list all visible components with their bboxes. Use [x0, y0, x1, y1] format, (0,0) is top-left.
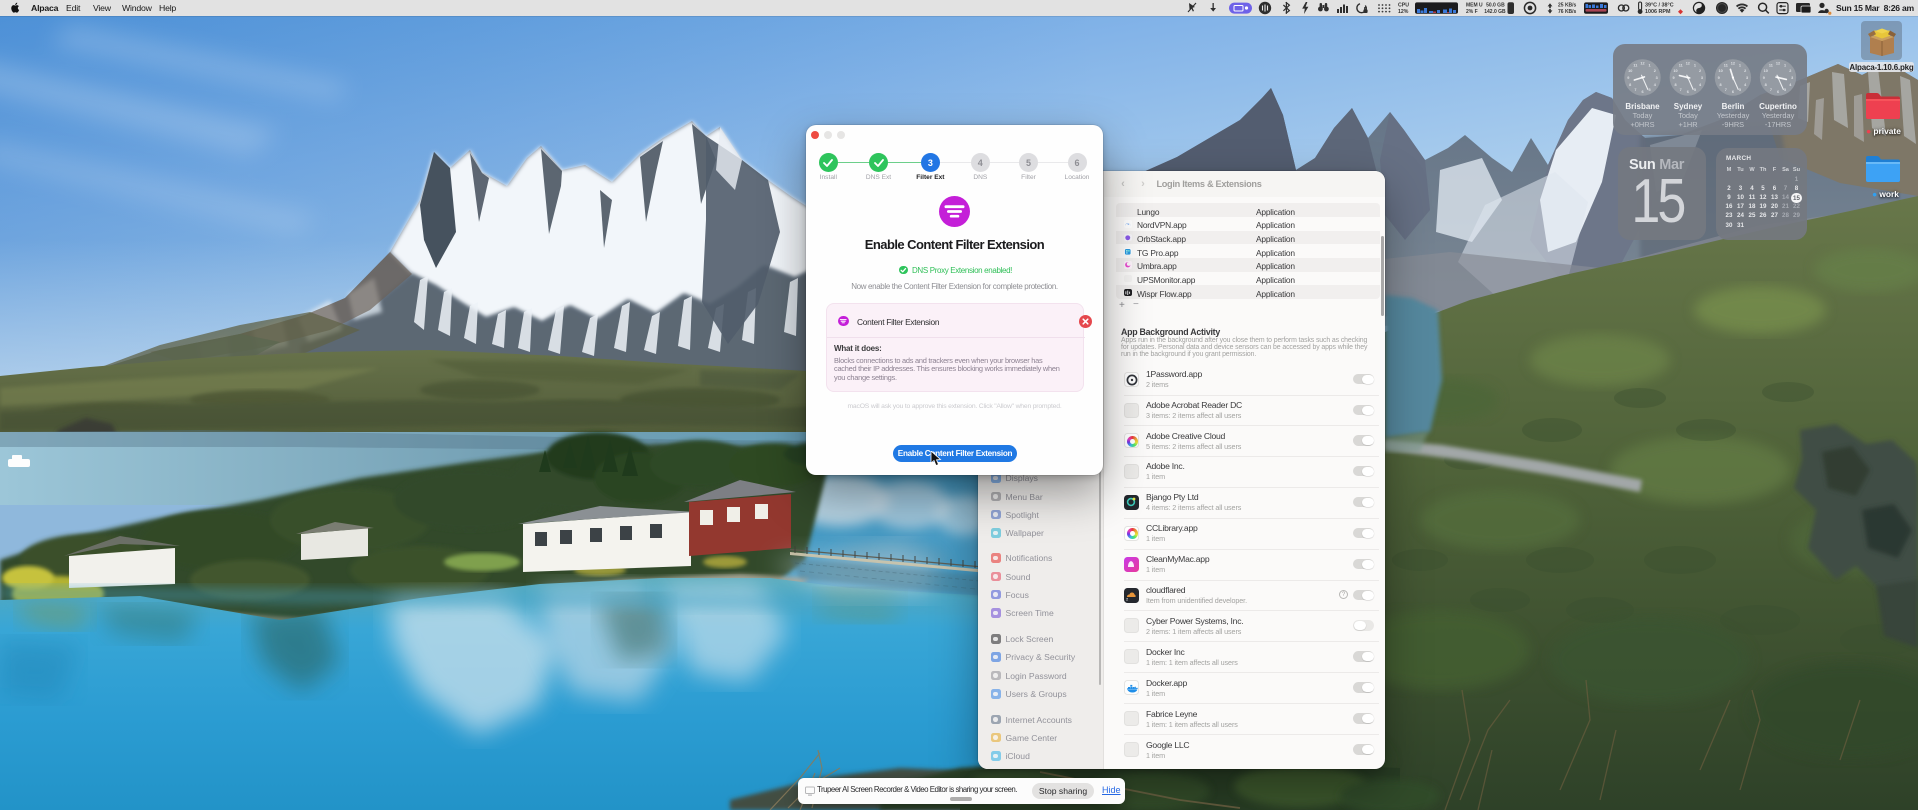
- svg-text:8: 8: [1629, 83, 1631, 87]
- svg-text:1006 RPM: 1006 RPM: [1645, 9, 1671, 15]
- svg-text:7: 7: [1634, 88, 1636, 92]
- svg-text:9: 9: [1627, 76, 1629, 80]
- svg-text:10: 10: [1764, 69, 1768, 73]
- svg-text:2: 2: [1699, 69, 1701, 73]
- svg-text:7: 7: [1725, 88, 1727, 92]
- svg-text:7: 7: [1770, 88, 1772, 92]
- svg-text:MEM U 50.0 GB: MEM U 50.0 GB: [1466, 2, 1505, 8]
- svg-text:9: 9: [1718, 76, 1720, 80]
- svg-text:12: 12: [1686, 62, 1690, 66]
- svg-text:2% F 142.0 GB: 2% F 142.0 GB: [1466, 9, 1506, 15]
- svg-text:10: 10: [1628, 69, 1632, 73]
- svg-text:8: 8: [1765, 83, 1767, 87]
- svg-text:10: 10: [1718, 69, 1722, 73]
- svg-text:2: 2: [1654, 69, 1656, 73]
- svg-text:3: 3: [1791, 76, 1793, 80]
- svg-text:11: 11: [1724, 64, 1728, 68]
- svg-text:5: 5: [1649, 88, 1651, 92]
- svg-text:5: 5: [1694, 88, 1696, 92]
- svg-text:12: 12: [1731, 62, 1735, 66]
- svg-text:5: 5: [1784, 88, 1786, 92]
- svg-text:2: 2: [1744, 69, 1746, 73]
- svg-text:3: 3: [1701, 76, 1703, 80]
- svg-text:76 KB/s: 76 KB/s: [1558, 9, 1577, 15]
- svg-text:1: 1: [1649, 64, 1651, 68]
- svg-text:6: 6: [1732, 90, 1734, 94]
- svg-text:3: 3: [1746, 76, 1748, 80]
- svg-text:11: 11: [1769, 64, 1773, 68]
- svg-text:1: 1: [1784, 64, 1786, 68]
- svg-text:1: 1: [1739, 64, 1741, 68]
- svg-text:6: 6: [1641, 90, 1643, 94]
- svg-text:8: 8: [1720, 83, 1722, 87]
- svg-text:25 KB/s: 25 KB/s: [1558, 3, 1577, 9]
- svg-text:9: 9: [1763, 76, 1765, 80]
- svg-text:5: 5: [1739, 88, 1741, 92]
- svg-text:7: 7: [1680, 88, 1682, 92]
- svg-text:39°C / 38°C: 39°C / 38°C: [1645, 3, 1674, 9]
- svg-text:12: 12: [1640, 62, 1644, 66]
- svg-text:11: 11: [1679, 64, 1683, 68]
- svg-text:6: 6: [1687, 90, 1689, 94]
- svg-text:9: 9: [1673, 76, 1675, 80]
- svg-text:12: 12: [1776, 62, 1780, 66]
- svg-text:2: 2: [1126, 596, 1129, 601]
- svg-text:6: 6: [1777, 90, 1779, 94]
- svg-text:1: 1: [1694, 64, 1696, 68]
- svg-text:12%: 12%: [1398, 9, 1409, 15]
- svg-text:3: 3: [1656, 76, 1658, 80]
- svg-text:11: 11: [1633, 64, 1637, 68]
- svg-text:2: 2: [1789, 69, 1791, 73]
- svg-text:CPU: CPU: [1398, 2, 1409, 8]
- svg-text:10: 10: [1673, 69, 1677, 73]
- svg-text:8: 8: [1674, 83, 1676, 87]
